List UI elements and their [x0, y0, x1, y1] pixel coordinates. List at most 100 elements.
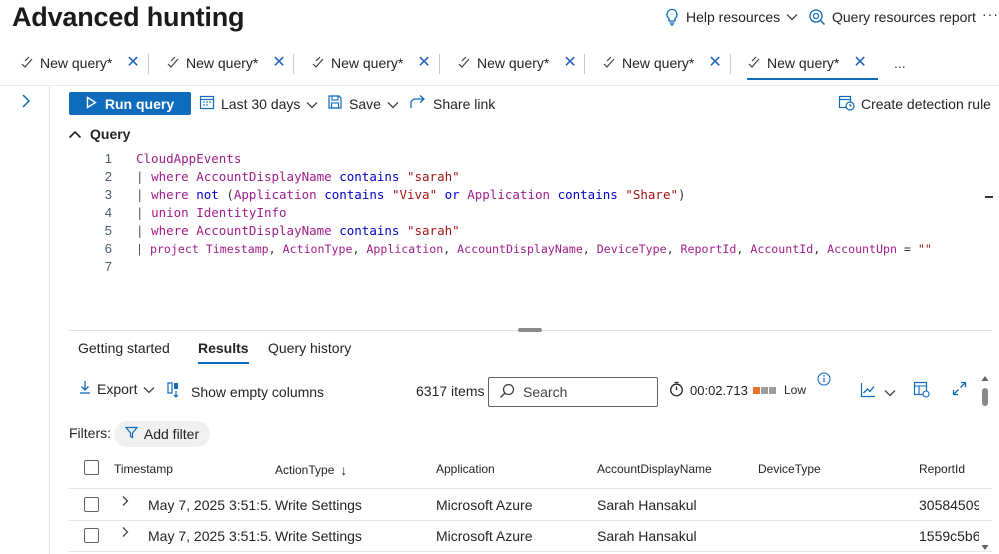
pane-splitter-handle[interactable]	[518, 328, 542, 332]
run-query-button[interactable]: Run query	[69, 92, 191, 115]
chevron-right-icon	[20, 94, 32, 113]
line-chart-icon	[860, 382, 876, 403]
kql-field: Timestamp	[205, 242, 269, 256]
close-tab-icon[interactable]: ✕	[708, 55, 721, 71]
add-filter-button[interactable]: Add filter	[114, 421, 210, 447]
kql-field: AccountDisplayName	[196, 223, 332, 238]
share-link-label: Share link	[433, 95, 496, 112]
cell-application: Microsoft Azure	[436, 497, 533, 513]
close-tab-icon[interactable]: ✕	[563, 55, 576, 71]
query-tab-label: New query*	[331, 55, 404, 71]
header-divider	[0, 85, 999, 86]
query-tab-3[interactable]: New query* ✕	[311, 48, 431, 78]
code-line-2: | where AccountDisplayName contains "sar…	[136, 168, 460, 186]
tab-query-history[interactable]: Query history	[268, 340, 351, 356]
run-query-label: Run query	[104, 95, 175, 112]
resource-usage-indicator: Low	[753, 383, 806, 397]
kql-string: "Viva"	[391, 187, 438, 202]
create-detection-rule-button[interactable]: Create detection rule	[838, 94, 991, 114]
kql-operator: or	[444, 187, 460, 202]
column-header-reportid[interactable]: ReportId	[919, 462, 965, 476]
export-label: Export	[97, 380, 138, 397]
kql-field: AccountUpn	[827, 242, 897, 256]
query-link-icon	[166, 55, 180, 71]
editor-scroll-indicator[interactable]	[985, 196, 993, 198]
query-link-icon	[602, 55, 616, 71]
show-empty-columns-toggle[interactable]: Show empty columns	[167, 382, 324, 401]
save-dropdown[interactable]: Save	[327, 94, 399, 113]
expand-schema-button[interactable]	[20, 93, 32, 114]
column-header-devicetype[interactable]: DeviceType	[758, 462, 821, 476]
query-tab-2[interactable]: New query* ✕	[166, 48, 286, 78]
row-expand-icon[interactable]	[121, 525, 129, 541]
tabs-overflow-button[interactable]: ...	[894, 48, 906, 78]
query-tab-1[interactable]: New query* ✕	[20, 48, 140, 78]
expand-fullscreen-icon[interactable]	[952, 381, 967, 401]
row-checkbox[interactable]	[84, 528, 99, 543]
close-tab-icon[interactable]: ✕	[126, 55, 139, 71]
kql-operator: =	[903, 242, 911, 256]
query-tab-6-active[interactable]: New query* ✕	[747, 48, 878, 80]
line-number: 1	[104, 151, 112, 166]
export-dropdown[interactable]: Export	[79, 380, 155, 397]
cell-reportid: 30584509b	[919, 497, 979, 513]
chevron-down-icon	[306, 96, 318, 112]
share-icon	[409, 94, 427, 113]
row-checkbox[interactable]	[84, 497, 99, 512]
close-tab-icon[interactable]: ✕	[272, 55, 285, 71]
help-resources-dropdown[interactable]: Help resources	[664, 8, 798, 26]
column-header-actiontype[interactable]: ActionType ↓	[275, 462, 347, 478]
share-link-button[interactable]: Share link	[409, 94, 495, 113]
close-tab-icon[interactable]: ✕	[853, 55, 866, 71]
line-number: 2	[104, 169, 112, 184]
tab-results[interactable]: Results	[198, 340, 249, 364]
column-header-timestamp[interactable]: Timestamp	[114, 462, 173, 476]
column-header-application[interactable]: Application	[436, 462, 495, 476]
tab-divider	[584, 54, 585, 74]
row-expand-icon[interactable]	[121, 494, 129, 510]
query-tab-5[interactable]: New query* ✕	[602, 48, 722, 78]
chart-type-dropdown[interactable]	[860, 382, 896, 403]
column-header-label: ActionType	[275, 463, 335, 477]
filter-icon	[124, 426, 139, 442]
kql-keyword: union	[151, 205, 189, 220]
more-options-button[interactable]: ···	[982, 6, 999, 22]
line-number: 5	[104, 223, 112, 238]
page-title: Advanced hunting	[12, 2, 245, 32]
table-row[interactable]: May 7, 2025 3:51:5... Write Settings Mic…	[69, 521, 979, 552]
query-tab-label: New query*	[186, 55, 259, 71]
tab-divider	[148, 54, 149, 74]
query-section-toggle[interactable]: Query	[68, 126, 130, 142]
search-input[interactable]	[523, 384, 643, 400]
kql-keyword: where	[151, 169, 189, 184]
customize-columns-icon[interactable]	[913, 381, 930, 403]
report-search-icon	[808, 8, 826, 26]
kql-operator: contains	[339, 223, 400, 238]
cell-actiontype: Write Settings	[275, 497, 362, 513]
select-all-checkbox[interactable]	[84, 460, 99, 475]
query-link-icon	[311, 55, 325, 71]
cell-application: Microsoft Azure	[436, 528, 533, 544]
info-icon[interactable]	[817, 372, 831, 391]
results-search-box[interactable]	[488, 377, 658, 407]
cell-actiontype: Write Settings	[275, 528, 362, 544]
query-tab-4[interactable]: New query* ✕	[457, 48, 577, 78]
kql-pipe: |	[136, 242, 150, 256]
calendar-icon	[199, 94, 215, 113]
close-tab-icon[interactable]: ✕	[417, 55, 430, 71]
cell-accountdisplayname: Sarah Hansakul	[597, 528, 697, 544]
item-count: 6317 items	[416, 383, 485, 399]
kql-keyword: where	[151, 187, 189, 202]
filters-label: Filters:	[69, 425, 111, 441]
tab-getting-started[interactable]: Getting started	[78, 340, 170, 356]
lightbulb-icon	[664, 8, 680, 26]
kql-operator: contains	[324, 187, 385, 202]
kql-string: "Share"	[625, 187, 678, 202]
results-scrollbar-thumb[interactable]	[982, 388, 988, 406]
column-header-accountdisplayname[interactable]: AccountDisplayName	[597, 462, 712, 476]
line-number: 4	[104, 205, 112, 220]
query-resources-report-link[interactable]: Query resources report	[808, 8, 976, 26]
code-line-1: CloudAppEvents	[136, 150, 241, 168]
time-range-dropdown[interactable]: Last 30 days	[199, 94, 318, 113]
table-row[interactable]: May 7, 2025 3:51:5... Write Settings Mic…	[69, 489, 979, 520]
